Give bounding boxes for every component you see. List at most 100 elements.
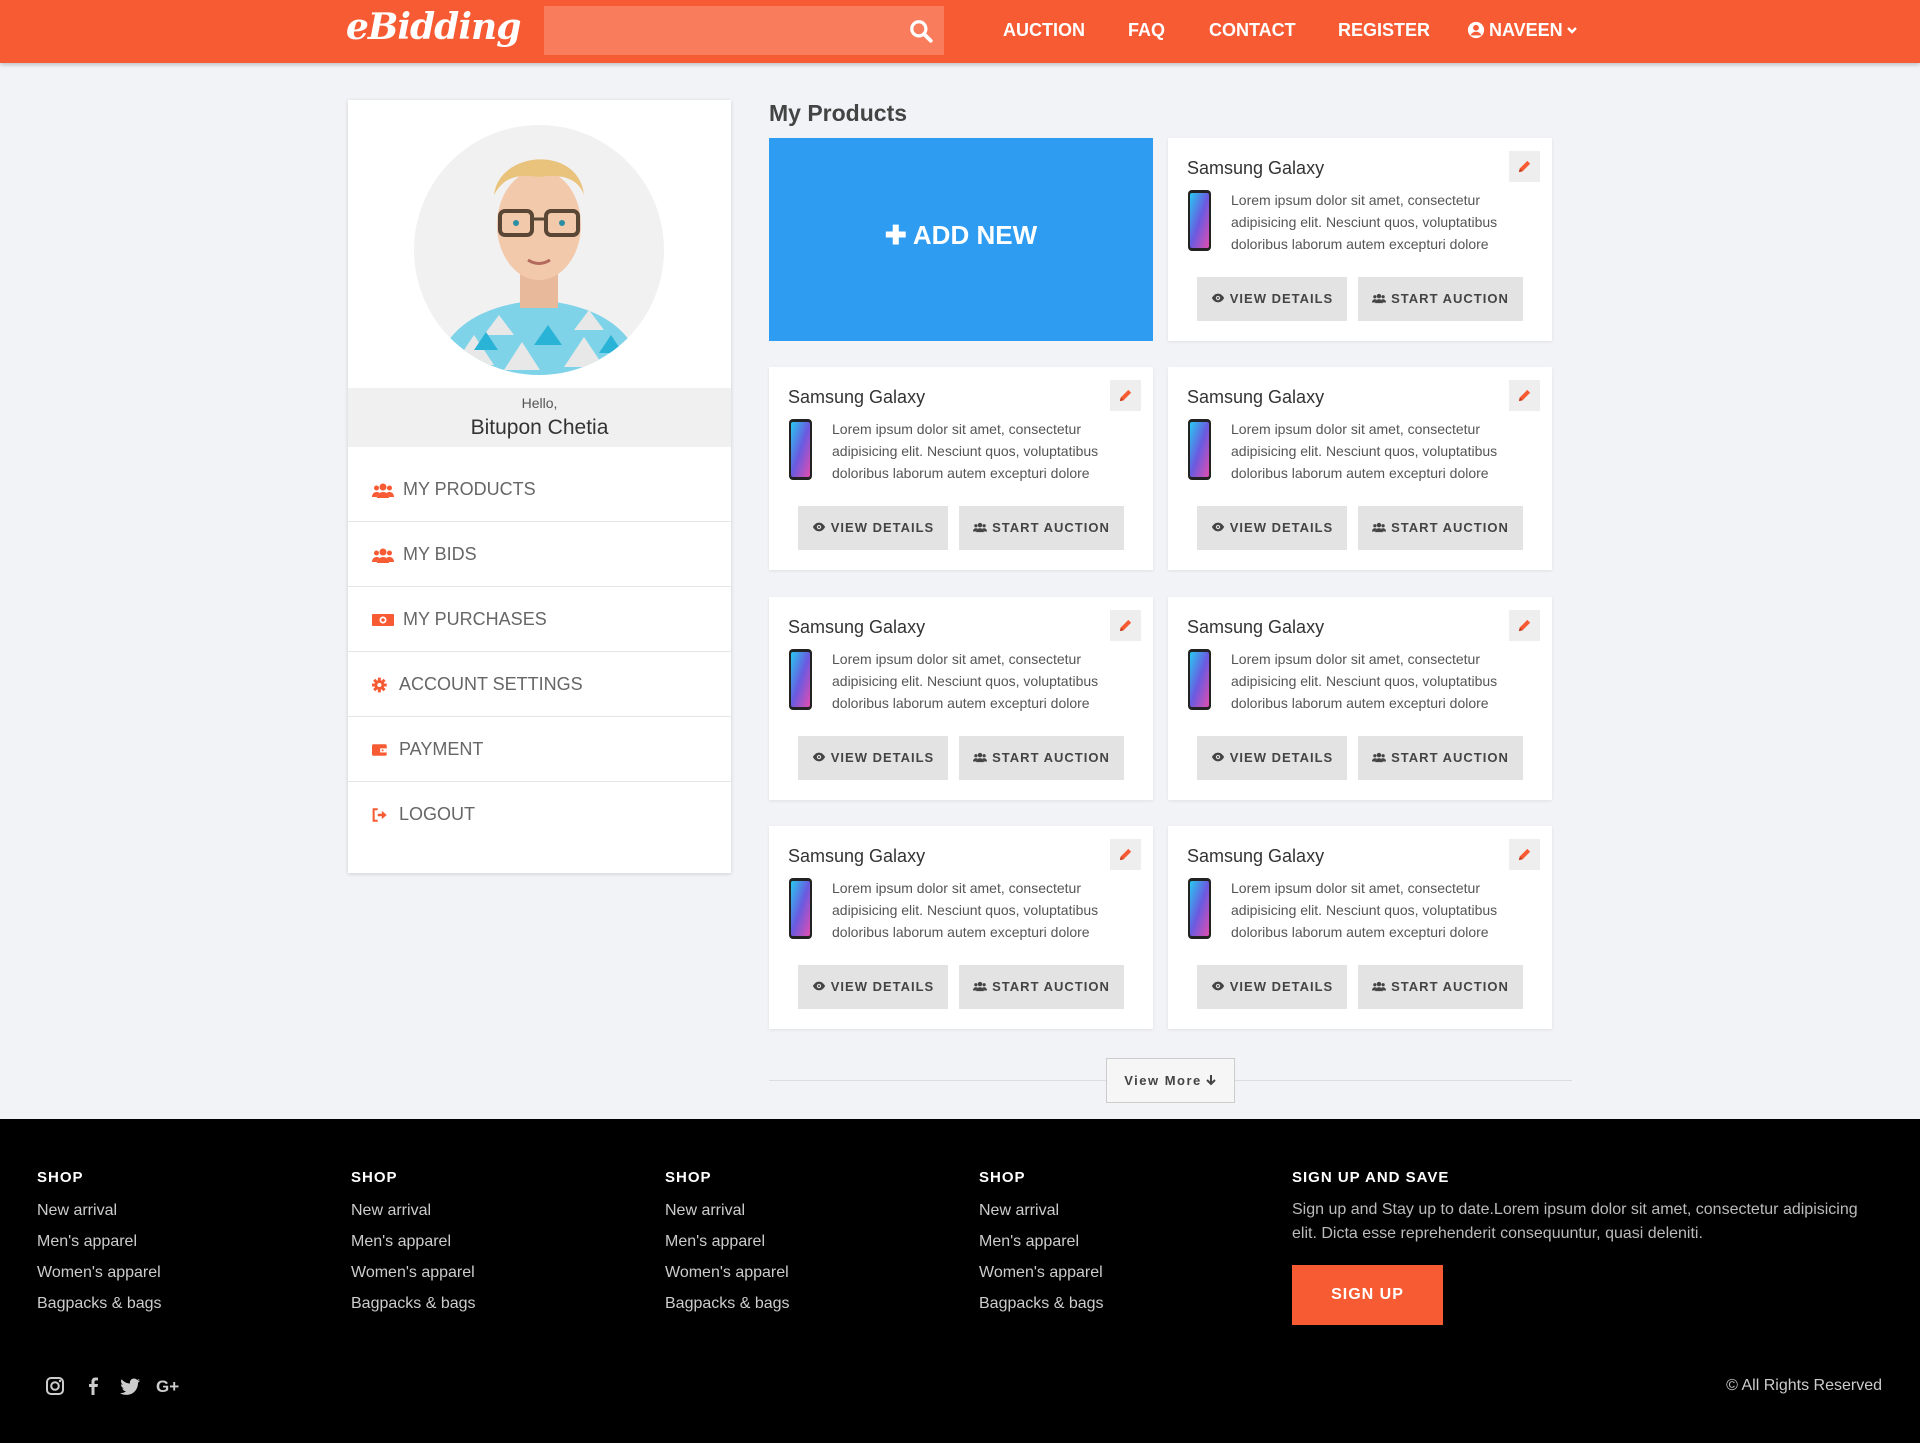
search-input[interactable]: [544, 6, 944, 55]
sidebar-item-label: PAYMENT: [399, 739, 484, 759]
view-details-button[interactable]: VIEW DETAILS: [798, 506, 948, 550]
product-title: Samsung Galaxy: [1187, 617, 1325, 637]
sidebar-item-my-bids[interactable]: MY BIDS: [348, 522, 731, 587]
plus-icon: ✚: [884, 220, 913, 250]
view-details-label: VIEW DETAILS: [1229, 520, 1334, 535]
signup-button[interactable]: SIGN UP: [1292, 1265, 1443, 1325]
product-image: [1188, 878, 1211, 939]
footer-link[interactable]: Bagpacks & bags: [979, 1295, 1104, 1313]
eye-icon: [1211, 981, 1224, 991]
footer-link[interactable]: Bagpacks & bags: [37, 1295, 162, 1313]
product-image: [1188, 419, 1211, 480]
edit-product-button[interactable]: [1110, 380, 1141, 411]
product-image: [789, 419, 812, 480]
eye-icon: [1211, 522, 1224, 532]
start-auction-button[interactable]: START AUCTION: [959, 965, 1124, 1009]
footer-link[interactable]: New arrival: [37, 1202, 162, 1220]
pencil-icon: [1119, 848, 1132, 861]
google-plus-icon[interactable]: G+: [156, 1375, 184, 1397]
footer-link[interactable]: Men's apparel: [351, 1233, 476, 1251]
top-navbar: eBidding AUCTION FAQ CONTACT REGISTER NA…: [0, 0, 1920, 63]
footer-link[interactable]: Men's apparel: [37, 1233, 162, 1251]
start-auction-button[interactable]: START AUCTION: [1358, 736, 1523, 780]
eye-icon: [812, 981, 825, 991]
footer-column-2: SHOP New arrival Men's apparel Women's a…: [351, 1169, 476, 1326]
edit-product-button[interactable]: [1509, 610, 1540, 641]
view-details-button[interactable]: VIEW DETAILS: [1197, 965, 1347, 1009]
footer-link[interactable]: Women's apparel: [665, 1264, 790, 1282]
footer-column-4: SHOP New arrival Men's apparel Women's a…: [979, 1169, 1104, 1326]
start-auction-button[interactable]: START AUCTION: [1358, 965, 1523, 1009]
view-details-button[interactable]: VIEW DETAILS: [798, 736, 948, 780]
view-details-label: VIEW DETAILS: [830, 520, 935, 535]
edit-product-button[interactable]: [1110, 839, 1141, 870]
user-menu[interactable]: NAVEEN: [1467, 20, 1578, 41]
users-icon: [372, 483, 394, 498]
start-auction-label: START AUCTION: [1391, 750, 1509, 765]
footer-column-1: SHOP New arrival Men's apparel Women's a…: [37, 1169, 162, 1326]
edit-product-button[interactable]: [1509, 839, 1540, 870]
sidebar-item-label: MY PURCHASES: [403, 609, 547, 629]
sidebar-item-account-settings[interactable]: ACCOUNT SETTINGS: [348, 652, 731, 717]
users-icon: [1372, 522, 1387, 533]
arrow-down-icon: [1206, 1075, 1216, 1086]
product-card: Samsung Galaxy Lorem ipsum dolor sit amet…: [1168, 138, 1552, 341]
view-details-button[interactable]: VIEW DETAILS: [798, 965, 948, 1009]
edit-product-button[interactable]: [1110, 610, 1141, 641]
wallet-icon: [372, 744, 387, 756]
footer-heading: SHOP: [665, 1169, 712, 1186]
footer-link[interactable]: Bagpacks & bags: [351, 1295, 476, 1313]
product-title: Samsung Galaxy: [788, 617, 926, 637]
logout-icon: [372, 808, 387, 822]
footer-link[interactable]: Women's apparel: [979, 1264, 1104, 1282]
view-details-button[interactable]: VIEW DETAILS: [1197, 506, 1347, 550]
footer-link[interactable]: New arrival: [351, 1202, 476, 1220]
view-details-button[interactable]: VIEW DETAILS: [1197, 736, 1347, 780]
add-new-product-button[interactable]: ✚ ADD NEW: [769, 138, 1153, 341]
eye-icon: [812, 752, 825, 762]
nav-auction[interactable]: AUCTION: [1003, 20, 1085, 41]
view-details-label: VIEW DETAILS: [830, 979, 935, 994]
product-card: Samsung Galaxy Lorem ipsum dolor sit amet…: [1168, 597, 1552, 800]
edit-product-button[interactable]: [1509, 151, 1540, 182]
footer-link[interactable]: New arrival: [979, 1202, 1104, 1220]
footer-link[interactable]: Women's apparel: [351, 1264, 476, 1282]
sidebar-item-payment[interactable]: PAYMENT: [348, 717, 731, 782]
edit-product-button[interactable]: [1509, 380, 1540, 411]
product-card: Samsung Galaxy Lorem ipsum dolor sit amet…: [769, 826, 1153, 1029]
eye-icon: [1211, 752, 1224, 762]
instagram-icon[interactable]: [44, 1375, 66, 1397]
product-description: Lorem ipsum dolor sit amet, consectetur …: [1231, 651, 1498, 711]
users-icon: [973, 981, 988, 992]
site-logo[interactable]: eBidding: [346, 6, 521, 48]
product-title: Samsung Galaxy: [788, 387, 926, 407]
start-auction-label: START AUCTION: [1391, 291, 1509, 306]
sidebar-item-my-purchases[interactable]: MY PURCHASES: [348, 587, 731, 652]
start-auction-button[interactable]: START AUCTION: [959, 506, 1124, 550]
profile-name: Bitupon Chetia: [470, 416, 609, 439]
product-title: Samsung Galaxy: [1187, 846, 1325, 866]
twitter-icon[interactable]: [119, 1375, 141, 1397]
sidebar-item-my-products[interactable]: MY PRODUCTS: [348, 457, 731, 522]
footer-link[interactable]: New arrival: [665, 1202, 790, 1220]
facebook-icon[interactable]: [82, 1375, 104, 1397]
greeting-text: Hello,: [521, 395, 558, 411]
search-icon[interactable]: [908, 18, 934, 44]
view-more-button[interactable]: View More: [1106, 1058, 1235, 1103]
start-auction-button[interactable]: START AUCTION: [1358, 506, 1523, 550]
users-icon: [1372, 752, 1387, 763]
start-auction-button[interactable]: START AUCTION: [1358, 277, 1523, 321]
footer-link[interactable]: Men's apparel: [665, 1233, 790, 1251]
nav-faq[interactable]: FAQ: [1128, 20, 1165, 41]
start-auction-label: START AUCTION: [992, 520, 1110, 535]
product-image: [789, 649, 812, 710]
sidebar-item-logout[interactable]: LOGOUT: [348, 782, 731, 847]
nav-register[interactable]: REGISTER: [1338, 20, 1430, 41]
footer-link[interactable]: Bagpacks & bags: [665, 1295, 790, 1313]
start-auction-label: START AUCTION: [1391, 979, 1509, 994]
start-auction-button[interactable]: START AUCTION: [959, 736, 1124, 780]
footer-link[interactable]: Men's apparel: [979, 1233, 1104, 1251]
view-details-button[interactable]: VIEW DETAILS: [1197, 277, 1347, 321]
nav-contact[interactable]: CONTACT: [1209, 20, 1296, 41]
footer-link[interactable]: Women's apparel: [37, 1264, 162, 1282]
